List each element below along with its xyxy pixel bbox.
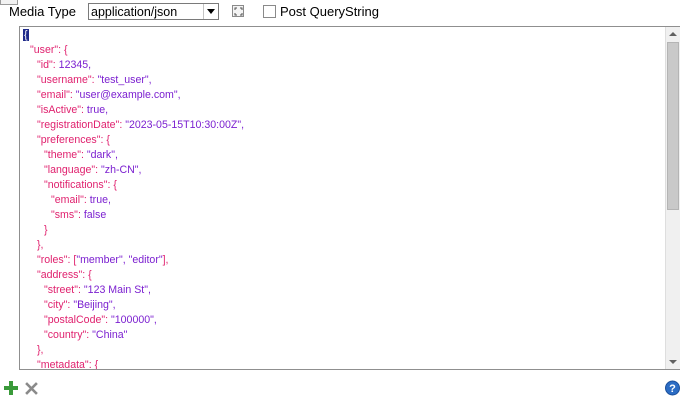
code-line[interactable]: "email": "user@example.com", bbox=[37, 88, 181, 103]
code-line[interactable]: "theme": "dark", bbox=[44, 148, 118, 163]
json-value: }, bbox=[37, 239, 44, 251]
post-querystring-checkbox[interactable] bbox=[263, 5, 276, 18]
json-value: { bbox=[106, 134, 110, 146]
json-key: "language" bbox=[44, 164, 96, 176]
x-icon[interactable] bbox=[25, 382, 38, 395]
code-line[interactable]: "address": { bbox=[37, 268, 92, 283]
code-line[interactable]: "registrationDate": "2023-05-15T10:30:00… bbox=[37, 118, 244, 133]
code-line[interactable]: "user": { bbox=[30, 43, 68, 58]
json-value: true, bbox=[86, 104, 109, 116]
question-icon[interactable]: ? bbox=[665, 380, 680, 396]
media-type-label: Media Type bbox=[9, 4, 76, 19]
media-type-value: application/json bbox=[91, 5, 178, 19]
chevron-down-icon[interactable] bbox=[203, 4, 218, 19]
json-key: "preferences" bbox=[37, 134, 101, 146]
post-querystring-label: Post QueryString bbox=[280, 4, 379, 19]
code-line[interactable]: "sms": false bbox=[51, 208, 106, 223]
json-key: "address" bbox=[37, 269, 83, 281]
json-value: ["member", "editor"], bbox=[73, 254, 169, 266]
code-line[interactable]: "preferences": { bbox=[37, 133, 110, 148]
json-value: { bbox=[113, 179, 117, 191]
code-line[interactable]: "id": 12345, bbox=[37, 58, 91, 73]
code-line[interactable]: }, bbox=[37, 343, 43, 358]
json-value: "zh-CN", bbox=[101, 164, 142, 176]
code-line[interactable]: "username": "test_user", bbox=[37, 73, 152, 88]
code-line[interactable]: "country": "China" bbox=[44, 328, 127, 343]
json-key: "user" bbox=[30, 44, 59, 56]
json-key: "notifications" bbox=[44, 179, 108, 191]
scrollbar-thumb[interactable] bbox=[667, 42, 679, 210]
json-key: "id" bbox=[37, 59, 53, 71]
json-value: } bbox=[44, 224, 48, 236]
body-editor-panel: Media Type application/json Post QuerySt… bbox=[0, 0, 680, 400]
json-value: "2023-05-15T10:30:00Z", bbox=[125, 119, 245, 131]
json-value: "dark", bbox=[86, 149, 118, 161]
json-key: "email" bbox=[37, 89, 70, 101]
json-key: "theme" bbox=[44, 149, 81, 161]
json-value: 12345, bbox=[58, 59, 92, 71]
json-value: "test_user", bbox=[97, 74, 152, 86]
plus-icon[interactable] bbox=[4, 381, 18, 395]
json-value: false bbox=[83, 209, 107, 221]
media-type-select[interactable]: application/json bbox=[88, 3, 219, 20]
json-value: }, bbox=[37, 344, 44, 356]
json-key: "city" bbox=[44, 299, 68, 311]
json-value: { bbox=[94, 359, 99, 369]
code-line[interactable]: "metadata": { bbox=[37, 358, 98, 369]
json-value: { bbox=[64, 44, 68, 56]
json-value: "100000", bbox=[111, 314, 157, 326]
code-line[interactable]: "isActive": true, bbox=[37, 103, 108, 118]
json-key: "isActive" bbox=[37, 104, 82, 116]
code-area[interactable]: {"user": {"id": 12345, "username": "test_… bbox=[20, 27, 665, 369]
json-key: "street" bbox=[44, 284, 79, 296]
code-line[interactable]: "notifications": { bbox=[44, 178, 117, 193]
scroll-up-arrow-icon[interactable] bbox=[666, 27, 680, 41]
svg-text:?: ? bbox=[669, 383, 676, 395]
vertical-scrollbar[interactable] bbox=[665, 27, 680, 369]
json-value: "China" bbox=[92, 329, 128, 341]
json-value: { bbox=[88, 269, 92, 281]
code-line[interactable]: { bbox=[23, 28, 29, 43]
json-value: "123 Main St", bbox=[83, 284, 151, 296]
json-key: "roles" bbox=[37, 254, 68, 266]
json-key: "username" bbox=[37, 74, 92, 86]
json-value: "Beijing", bbox=[73, 299, 116, 311]
code-line[interactable]: "roles": ["member", "editor"], bbox=[37, 253, 169, 268]
json-key: "sms" bbox=[51, 209, 78, 221]
code-line[interactable]: "email": true, bbox=[51, 193, 111, 208]
code-line[interactable]: }, bbox=[37, 238, 43, 253]
code-line[interactable]: "postalCode": "100000", bbox=[44, 313, 157, 328]
code-line[interactable]: "city": "Beijing", bbox=[44, 298, 116, 313]
code-line[interactable]: "language": "zh-CN", bbox=[44, 163, 142, 178]
json-key: "email" bbox=[51, 194, 84, 206]
json-key: "metadata" bbox=[37, 359, 89, 369]
toolbar: Media Type application/json Post QuerySt… bbox=[0, 0, 680, 24]
json-key: "country" bbox=[44, 329, 87, 341]
scroll-down-arrow-icon[interactable] bbox=[666, 355, 680, 369]
opening-brace: { bbox=[23, 29, 29, 41]
json-value: "user@example.com", bbox=[75, 89, 181, 101]
code-line[interactable]: "street": "123 Main St", bbox=[44, 283, 151, 298]
json-body-editor[interactable]: {"user": {"id": 12345, "username": "test_… bbox=[19, 26, 680, 370]
json-key: "postalCode" bbox=[44, 314, 106, 326]
expand-icon[interactable] bbox=[232, 5, 244, 17]
json-value: true, bbox=[89, 194, 111, 206]
code-line[interactable]: } bbox=[44, 223, 48, 238]
json-key: "registrationDate" bbox=[37, 119, 120, 131]
